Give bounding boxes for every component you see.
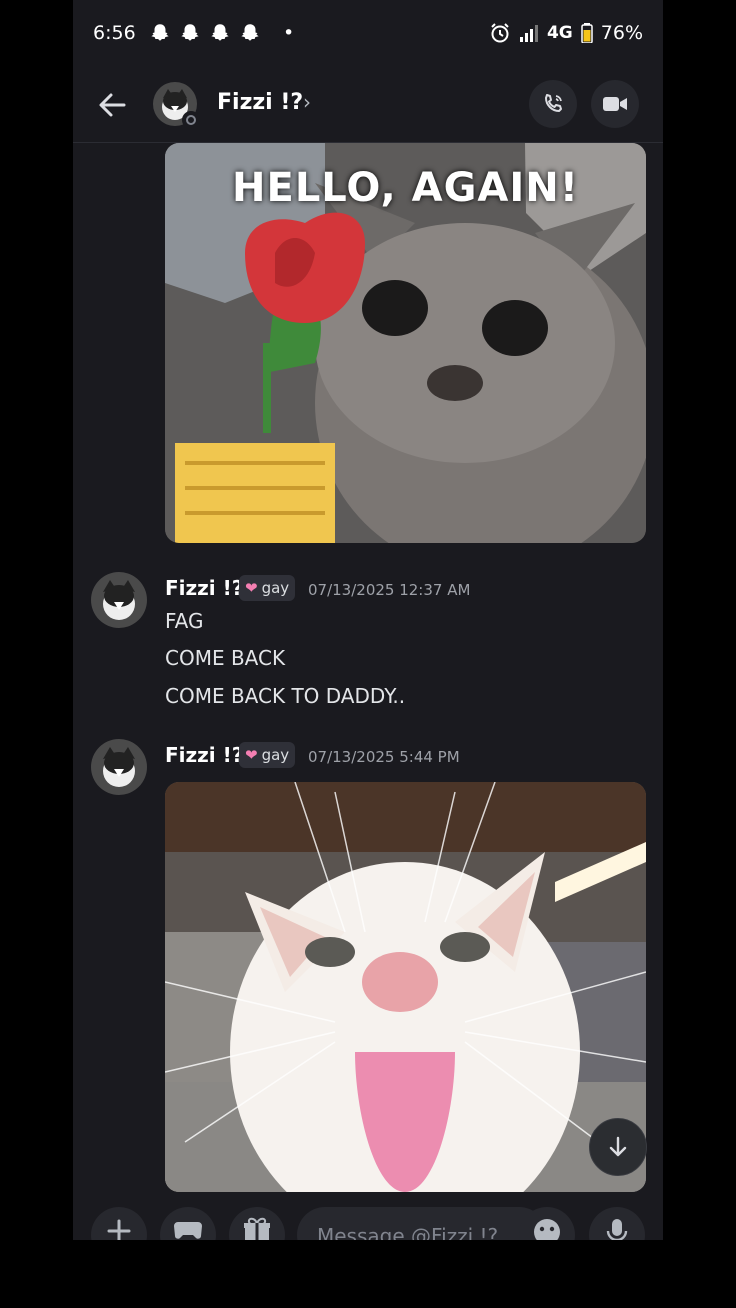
notification-dot: • [283, 22, 295, 44]
system-icons: 4G 76% [489, 22, 643, 44]
emoji-icon [534, 1219, 560, 1240]
role-tag-label: gay [261, 579, 290, 597]
message-text: FAG [165, 609, 204, 633]
offline-status-indicator [182, 111, 200, 129]
phone-icon [545, 94, 562, 112]
video-call-button[interactable] [591, 80, 639, 128]
clock: 6:56 [93, 22, 136, 44]
alarm-icon [491, 23, 509, 43]
role-tag[interactable]: ❤ gay [239, 742, 296, 768]
gamepad-icon [174, 1222, 202, 1239]
microphone-icon [606, 1219, 628, 1240]
plus-icon [107, 1219, 131, 1240]
snapchat-ghost-icon [181, 24, 199, 41]
chat-screen: 6:56 • 4G 76% Fizzi !? › HELLO, AGAIN! F… [73, 0, 663, 1240]
heart-icon: ❤ [245, 579, 258, 597]
snapchat-ghost-icon [151, 24, 169, 41]
avatar[interactable] [91, 739, 147, 795]
jump-to-bottom-button[interactable] [589, 1118, 647, 1176]
snapchat-ghost-icon [241, 24, 259, 41]
gift-icon [244, 1217, 270, 1240]
message-timestamp: 07/13/2025 12:37 AM [308, 581, 471, 599]
message-author[interactable]: Fizzi !? [165, 576, 243, 600]
status-bar: 6:56 • 4G 76% [73, 0, 663, 70]
add-attachment-button[interactable] [91, 1207, 147, 1240]
image-attachment[interactable] [165, 782, 646, 1192]
notification-icons [149, 22, 261, 44]
message-author[interactable]: Fizzi !? [165, 743, 243, 767]
chevron-right-icon[interactable]: › [303, 90, 311, 114]
role-tag-label: gay [261, 746, 290, 764]
signal-icon [519, 25, 538, 42]
gif-attachment[interactable]: HELLO, AGAIN! [165, 143, 646, 543]
battery-percent: 76% [600, 22, 643, 44]
heart-icon: ❤ [245, 746, 258, 764]
message-text: COME BACK [165, 646, 286, 670]
gift-button[interactable] [229, 1207, 285, 1240]
arrow-down-icon [609, 1136, 627, 1157]
message-list[interactable]: HELLO, AGAIN! Fizzi !? ❤ gay 07/13/2025 … [73, 143, 663, 1193]
role-tag[interactable]: ❤ gay [239, 575, 296, 601]
message-text: COME BACK TO DADDY.. [165, 684, 406, 708]
video-camera-icon [603, 97, 627, 111]
conversation-title[interactable]: Fizzi !? [217, 90, 303, 115]
voice-message-button[interactable] [589, 1207, 645, 1240]
network-type: 4G [546, 23, 573, 43]
snapchat-ghost-icon [211, 24, 229, 41]
voice-call-button[interactable] [529, 80, 577, 128]
avatar[interactable] [91, 572, 147, 628]
back-arrow-icon[interactable] [97, 90, 127, 120]
gif-caption: HELLO, AGAIN! [232, 165, 579, 211]
message-composer: Message @Fizzi !? [73, 1193, 663, 1240]
chat-header: Fizzi !? › [73, 70, 663, 143]
cat-tongue-image [165, 782, 646, 1192]
message-timestamp: 07/13/2025 5:44 PM [308, 748, 460, 766]
battery-icon [581, 23, 593, 43]
message-input[interactable]: Message @Fizzi !? [297, 1207, 547, 1240]
activities-button[interactable] [160, 1207, 216, 1240]
